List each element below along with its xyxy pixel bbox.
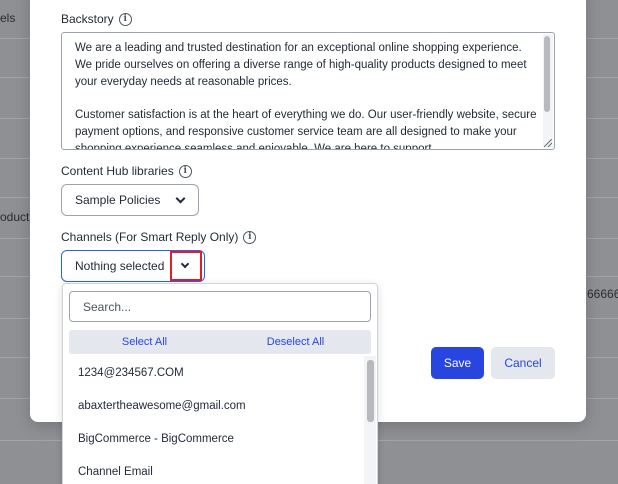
save-button[interactable]: Save: [431, 347, 484, 379]
cancel-button[interactable]: Cancel: [491, 347, 555, 379]
channels-label-row: Channels (For Smart Reply Only) i: [61, 230, 257, 244]
backstory-label-row: Backstory i: [61, 12, 132, 26]
select-all-button[interactable]: Select All: [69, 330, 220, 354]
content-hub-select[interactable]: Sample Policies: [61, 184, 199, 216]
info-icon[interactable]: i: [118, 12, 132, 26]
dropdown-scrollbar-thumb[interactable]: [367, 360, 374, 422]
info-icon[interactable]: i: [178, 164, 192, 178]
dropdown-option[interactable]: abaxtertheawesome@gmail.com: [63, 389, 367, 422]
dropdown-bulk-actions: Select All Deselect All: [69, 330, 371, 354]
dropdown-search-input[interactable]: [69, 291, 371, 322]
highlight-box: [170, 251, 202, 281]
dropdown-option[interactable]: Channel Email: [63, 455, 367, 484]
backstory-label: Backstory: [61, 12, 114, 26]
dropdown-options-list: 1234@234567.COM abaxtertheawesome@gmail.…: [63, 356, 367, 484]
chevron-down-icon: [175, 193, 186, 204]
channels-dropdown: Select All Deselect All 1234@234567.COM …: [62, 283, 378, 484]
app-stage: els oduct 666666 Backstory i We are a le…: [0, 0, 618, 484]
dropdown-option[interactable]: BigCommerce - BigCommerce: [63, 422, 367, 455]
textarea-scrollbar[interactable]: [543, 34, 553, 148]
deselect-all-button[interactable]: Deselect All: [220, 330, 371, 354]
backstory-text[interactable]: We are a leading and trusted destination…: [75, 40, 537, 149]
content-hub-selected-value: Sample Policies: [75, 193, 161, 207]
background-table-text: 666666: [587, 287, 618, 301]
resize-grip-icon[interactable]: [544, 139, 552, 147]
dropdown-option[interactable]: 1234@234567.COM: [63, 356, 367, 389]
content-hub-label-row: Content Hub libraries i: [61, 164, 192, 178]
dropdown-scrollbar[interactable]: [364, 356, 376, 484]
info-icon[interactable]: i: [243, 230, 257, 244]
textarea-scrollbar-thumb[interactable]: [544, 36, 550, 112]
background-table-text: oduct: [0, 210, 30, 224]
channels-selected-value: Nothing selected: [75, 259, 165, 273]
background-table-text: els: [0, 11, 16, 25]
content-hub-label: Content Hub libraries: [61, 164, 174, 178]
backstory-textarea[interactable]: We are a leading and trusted destination…: [61, 32, 555, 150]
channels-label: Channels (For Smart Reply Only): [61, 230, 239, 244]
